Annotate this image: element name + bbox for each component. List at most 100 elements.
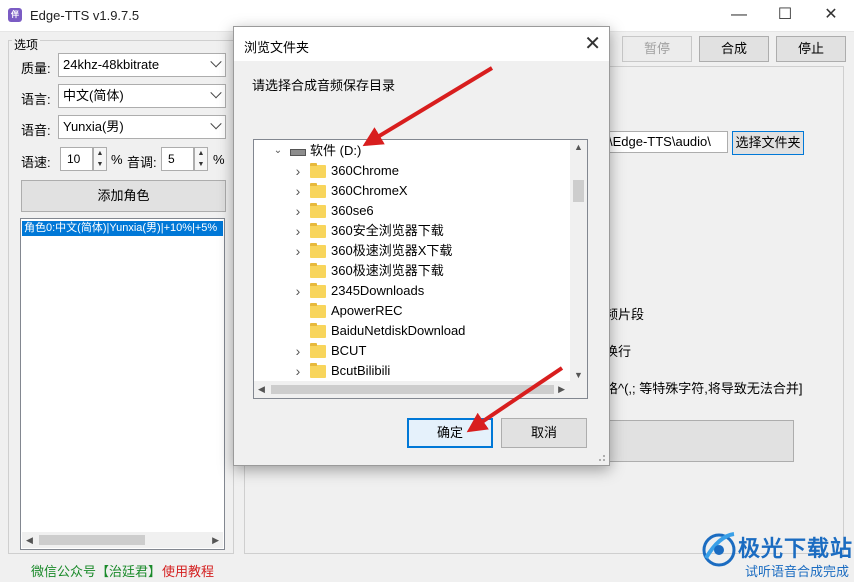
tree-item-label: 360极速浏览器下载	[331, 263, 444, 278]
play-button[interactable]	[602, 420, 794, 462]
app-icon: 伴	[8, 8, 22, 22]
browse-folder-dialog: 浏览文件夹 ✕ 请选择合成音频保存目录 ⌄ 软件 (D:) › 360Chrome…	[233, 26, 610, 466]
dialog-prompt: 请选择合成音频保存目录	[252, 78, 396, 93]
quality-select[interactable]: 24khz-48kbitrate	[58, 53, 226, 77]
tree-item-folder[interactable]: › 360极速浏览器X下载	[254, 241, 570, 261]
scroll-thumb[interactable]	[573, 180, 584, 202]
tutorial-link[interactable]: 使用教程	[162, 561, 214, 580]
role-list[interactable]: 角色0:中文(简体)|Yunxia(男)|+10%|+5% ◀ ▶	[20, 218, 225, 550]
resize-grip-icon[interactable]	[596, 452, 606, 462]
folder-icon	[310, 223, 326, 238]
cancel-button[interactable]: 取消	[501, 418, 587, 448]
brand-logo-icon	[702, 532, 736, 567]
tree-item-label: BCUT	[331, 343, 367, 358]
role-list-scrollbar[interactable]: ◀ ▶	[22, 532, 223, 548]
tree-item-folder[interactable]: ApowerREC	[254, 301, 570, 321]
scroll-up-icon[interactable]: ▲	[574, 142, 583, 152]
tree-vertical-scrollbar[interactable]: ▲ ▼	[570, 140, 587, 382]
quality-value: 24khz-48kbitrate	[63, 57, 160, 72]
tree-item-label: 360安全浏览器下载	[331, 223, 444, 238]
tree-item-folder[interactable]: › 2345Downloads	[254, 281, 570, 301]
chevron-right-icon[interactable]: ›	[292, 221, 304, 241]
scroll-thumb[interactable]	[271, 385, 554, 394]
drive-icon	[290, 149, 306, 156]
speed-stepper[interactable]: ▲ ▼	[93, 147, 107, 171]
choose-folder-button[interactable]: 选择文件夹	[732, 131, 804, 155]
option-text: 频片段	[605, 307, 645, 322]
scroll-left-icon[interactable]: ◀	[258, 384, 265, 395]
tree-item-label: BaiduNetdiskDownload	[331, 323, 466, 338]
language-select[interactable]: 中文(简体)	[58, 84, 226, 108]
speed-input[interactable]: 10	[60, 147, 93, 171]
folder-icon	[310, 163, 326, 178]
scroll-left-icon[interactable]: ◀	[26, 535, 33, 546]
pitch-input[interactable]: 5	[161, 147, 194, 171]
tree-item-label: ApowerREC	[331, 303, 403, 318]
tree-item-label: 软件 (D:)	[310, 143, 362, 158]
tree-item-label: BcutBilibili	[331, 363, 391, 378]
quality-label: 质量:	[21, 61, 51, 76]
tree-item-folder[interactable]: › 360se6	[254, 201, 570, 221]
wechat-link[interactable]: 微信公众号【治廷君】	[31, 561, 161, 580]
tree-item-drive-d[interactable]: ⌄ 软件 (D:)	[254, 141, 570, 161]
chevron-right-icon[interactable]: ›	[292, 341, 304, 361]
folder-icon	[310, 263, 326, 278]
speed-label: 语速:	[21, 155, 51, 170]
language-value: 中文(简体)	[63, 88, 124, 103]
pitch-stepper[interactable]: ▲ ▼	[194, 147, 208, 171]
folder-icon	[310, 243, 326, 258]
scroll-down-icon[interactable]: ▼	[574, 370, 583, 380]
folder-icon	[310, 203, 326, 218]
scroll-thumb[interactable]	[39, 535, 145, 545]
chevron-right-icon[interactable]: ›	[292, 181, 304, 201]
scroll-right-icon[interactable]: ▶	[212, 535, 219, 546]
voice-select[interactable]: Yunxia(男)	[58, 115, 226, 139]
option-text: 格^(,; 等特殊字符,将导致无法合并]	[605, 381, 803, 396]
chevron-right-icon[interactable]: ›	[292, 161, 304, 181]
ok-button[interactable]: 确定	[407, 418, 493, 448]
close-window-button[interactable]: ✕	[808, 0, 854, 32]
folder-icon	[310, 303, 326, 318]
tree-item-folder[interactable]: 360极速浏览器下载	[254, 261, 570, 281]
tree-item-folder[interactable]: BaiduNetdiskDownload	[254, 321, 570, 341]
folder-icon	[310, 343, 326, 358]
chevron-down-icon[interactable]: ⌄	[272, 141, 284, 161]
tree-item-label: 2345Downloads	[331, 283, 425, 298]
folder-icon	[310, 283, 326, 298]
tree-item-label: 360ChromeX	[331, 183, 408, 198]
tree-item-folder[interactable]: › BcutBilibili	[254, 361, 570, 381]
minimize-button[interactable]: —	[716, 0, 762, 32]
stop-button[interactable]: 停止	[776, 36, 846, 62]
tree-item-label: 360Chrome	[331, 163, 399, 178]
folder-tree[interactable]: ⌄ 软件 (D:) › 360Chrome › 360ChromeX › 360se6 › 3…	[253, 139, 588, 399]
language-label: 语言:	[21, 92, 51, 107]
tree-item-folder[interactable]: › 360Chrome	[254, 161, 570, 181]
scroll-right-icon[interactable]: ▶	[558, 384, 565, 395]
voice-label: 语音:	[21, 123, 51, 138]
synthesize-button[interactable]: 合成	[699, 36, 769, 62]
dialog-close-button[interactable]: ✕	[584, 31, 601, 56]
chevron-right-icon[interactable]: ›	[292, 201, 304, 221]
chevron-right-icon[interactable]: ›	[292, 281, 304, 301]
tree-item-folder[interactable]: › 360安全浏览器下载	[254, 221, 570, 241]
tree-item-label: 360se6	[331, 203, 374, 218]
add-role-button[interactable]: 添加角色	[21, 180, 226, 212]
maximize-button[interactable]: ☐	[762, 0, 808, 32]
pitch-label: 音调:	[127, 155, 157, 170]
folder-icon	[310, 323, 326, 338]
window-title: Edge-TTS v1.9.7.5	[30, 8, 140, 23]
list-item[interactable]: 角色0:中文(简体)|Yunxia(男)|+10%|+5%	[22, 221, 223, 236]
output-path-input[interactable]: \Edge-TTS\audio\	[602, 131, 728, 153]
pitch-unit: %	[213, 152, 225, 167]
tree-horizontal-scrollbar[interactable]: ◀ ▶	[254, 381, 587, 398]
speed-unit: %	[111, 152, 123, 167]
tree-item-folder[interactable]: › BCUT	[254, 341, 570, 361]
chevron-right-icon[interactable]: ›	[292, 241, 304, 261]
chevron-right-icon[interactable]: ›	[292, 361, 304, 381]
pause-button[interactable]: 暂停	[622, 36, 692, 62]
brand-watermark: 极光下载站	[738, 536, 854, 561]
dialog-title: 浏览文件夹	[244, 40, 310, 55]
tree-item-folder[interactable]: › 360ChromeX	[254, 181, 570, 201]
chevron-down-icon	[210, 118, 222, 130]
dialog-title-bar: 浏览文件夹 ✕	[234, 27, 609, 61]
